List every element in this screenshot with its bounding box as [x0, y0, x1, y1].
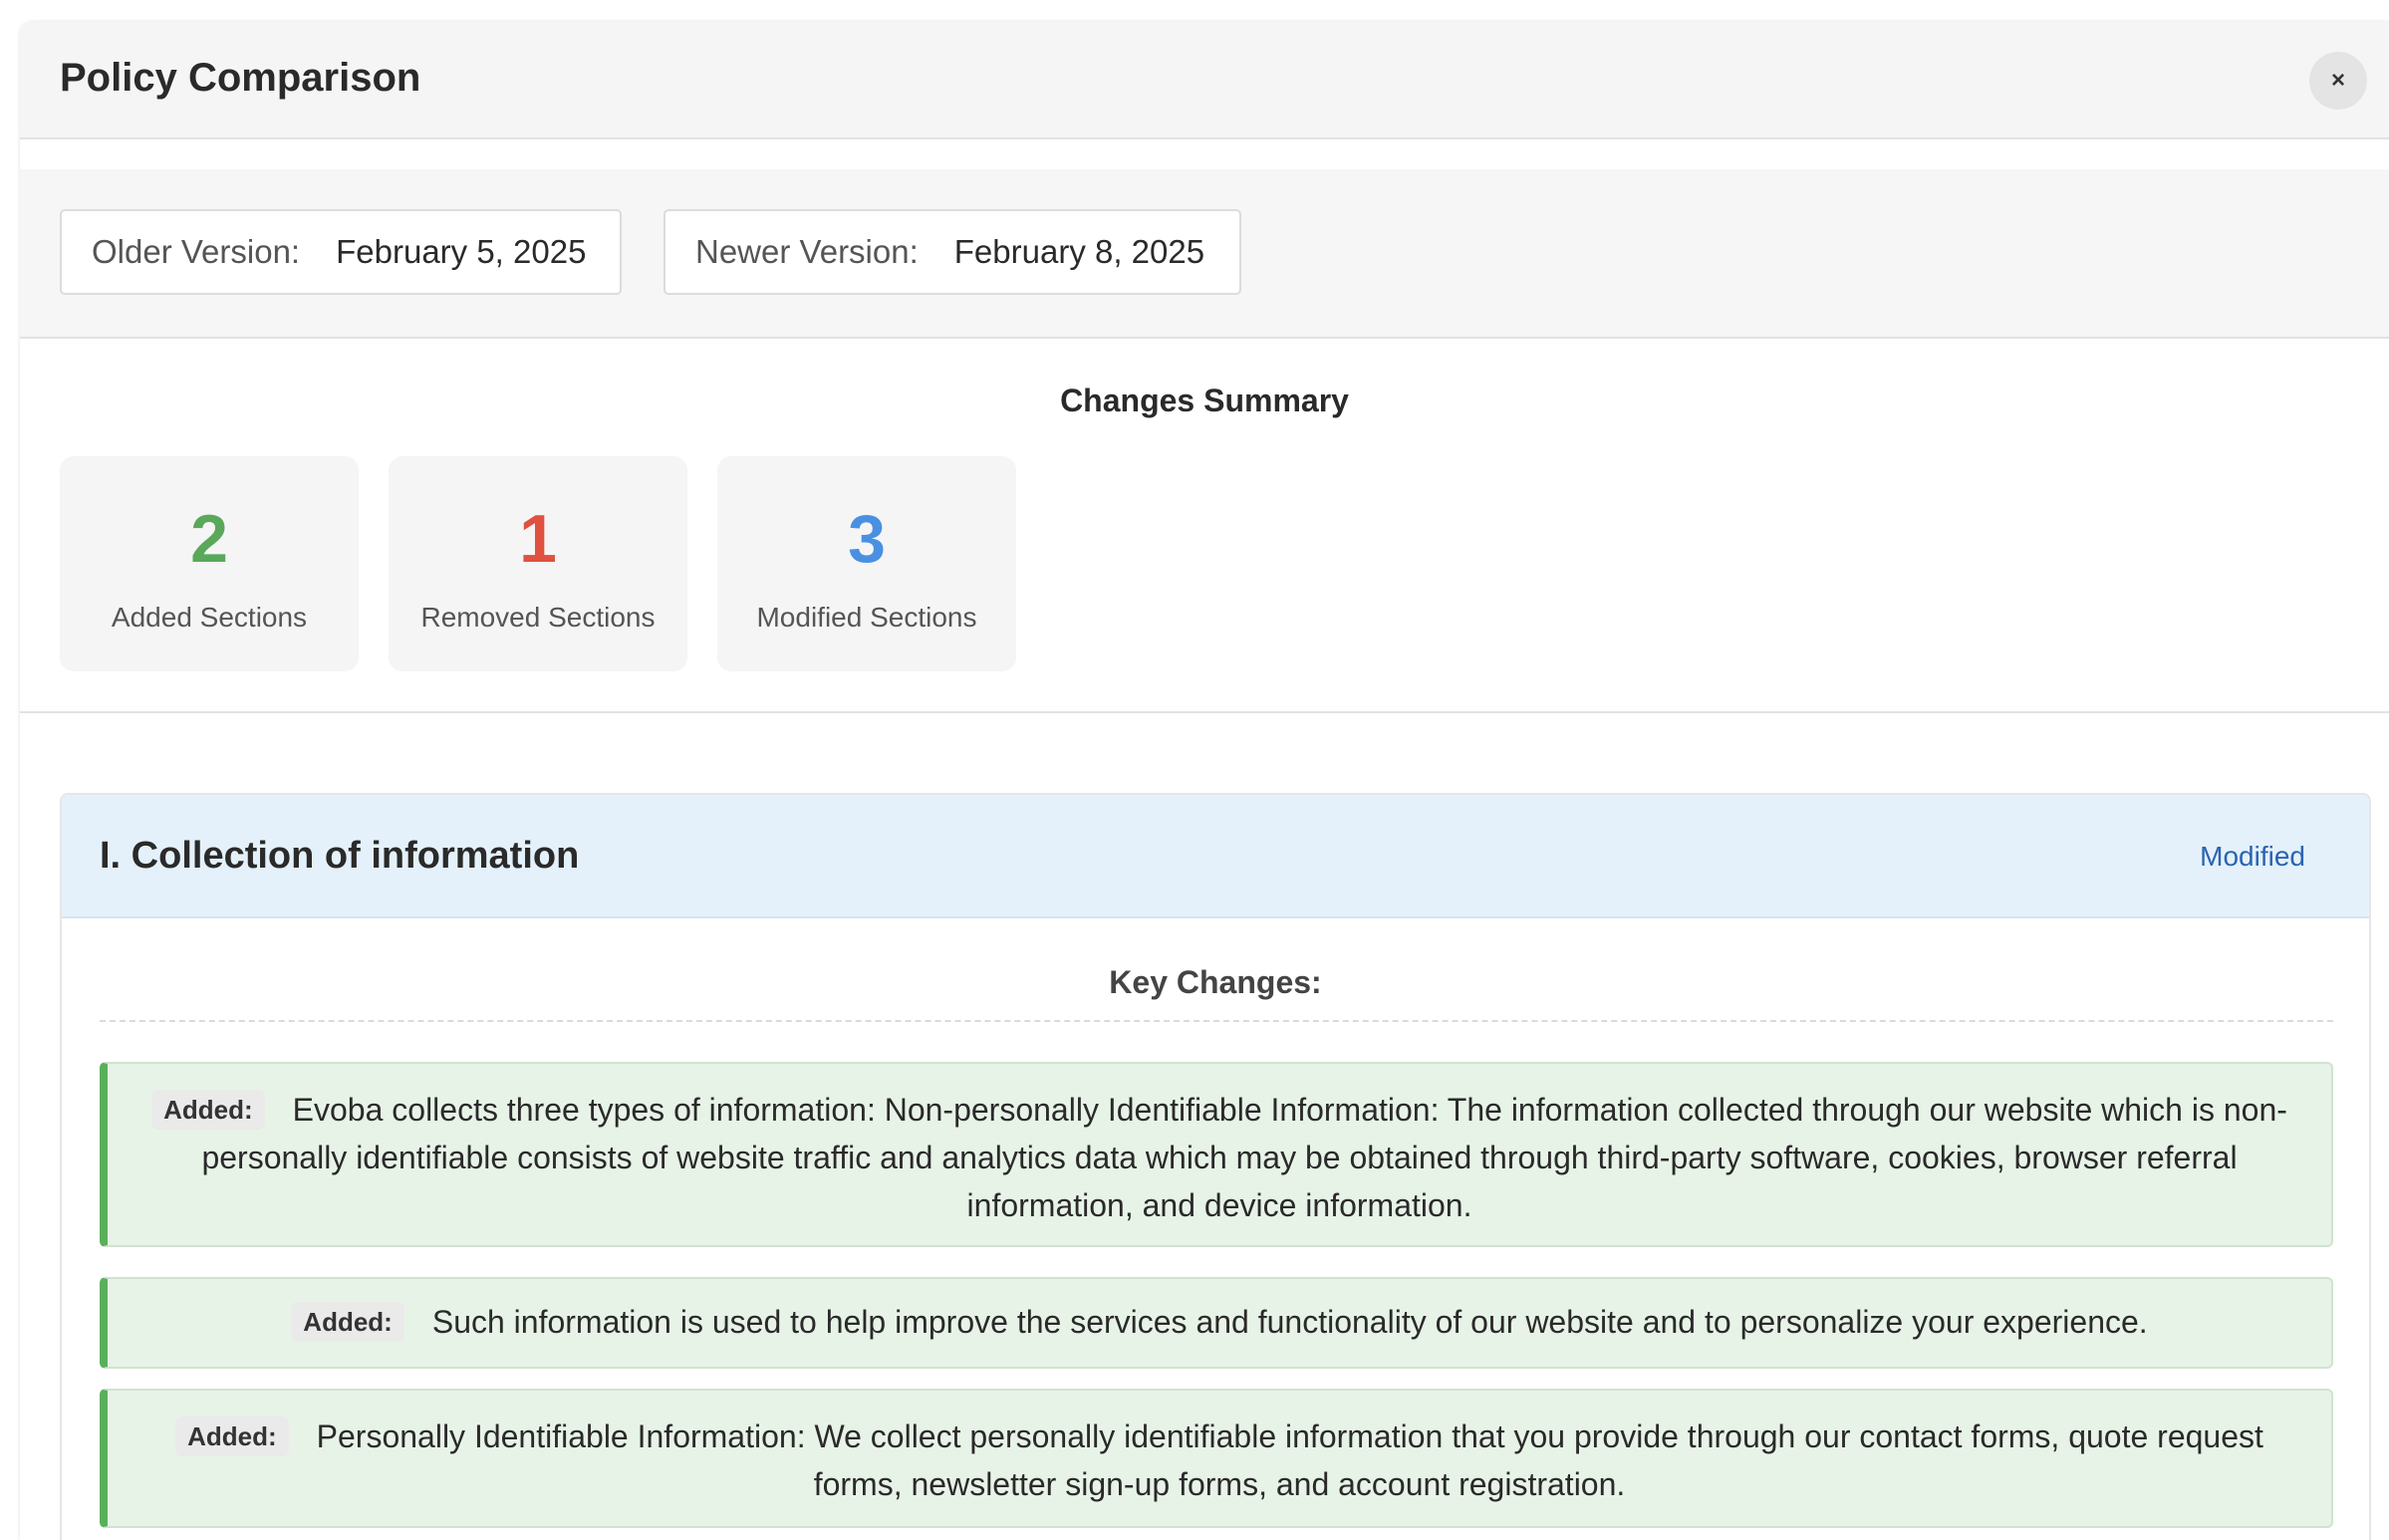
section-title: I. Collection of information — [100, 835, 580, 877]
stat-card-removed: 1 Removed Sections — [389, 456, 687, 671]
close-button[interactable]: × — [2309, 52, 2367, 110]
stat-card-modified: 3 Modified Sections — [717, 456, 1016, 671]
modified-count: 3 — [848, 501, 886, 577]
newer-version-box: Newer Version: February 8, 2025 — [664, 209, 1241, 295]
version-bar: Older Version: February 5, 2025 Newer Ve… — [20, 169, 2389, 339]
policy-comparison-modal: Policy Comparison × Older Version: Febru… — [20, 22, 2389, 1540]
added-badge: Added: — [151, 1090, 265, 1130]
older-version-date: February 5, 2025 — [336, 233, 587, 270]
change-text: Personally Identifiable Information: We … — [316, 1418, 2263, 1502]
older-version-label: Older Version: — [92, 233, 301, 270]
change-item: Added: Such information is used to help i… — [100, 1277, 2333, 1369]
summary-divider — [20, 711, 2389, 713]
section-collection-of-information: I. Collection of information Modified Ke… — [60, 793, 2371, 1540]
section-header[interactable]: I. Collection of information Modified — [62, 795, 2369, 918]
modal-title: Policy Comparison — [60, 56, 421, 100]
older-version-box: Older Version: February 5, 2025 — [60, 209, 622, 295]
changes-summary-title: Changes Summary — [1060, 383, 1349, 418]
key-changes-title: Key Changes: — [1109, 964, 1322, 1000]
stat-card-added: 2 Added Sections — [60, 456, 359, 671]
change-text: Such information is used to help improve… — [431, 1304, 2148, 1340]
added-count: 2 — [190, 501, 228, 577]
newer-version-date: February 8, 2025 — [953, 233, 1205, 270]
added-badge: Added: — [291, 1302, 404, 1342]
change-item: Added: Evoba collects three types of info… — [100, 1062, 2333, 1247]
removed-label: Removed Sections — [420, 602, 656, 633]
change-item: Added: Personally Identifiable Informatio… — [100, 1389, 2333, 1528]
removed-count: 1 — [519, 501, 557, 577]
key-changes-divider — [100, 1020, 2333, 1022]
section-status-badge: Modified — [2200, 841, 2305, 872]
modal-header: Policy Comparison × — [20, 22, 2389, 139]
newer-version-label: Newer Version: — [695, 233, 919, 270]
added-badge: Added: — [175, 1416, 289, 1456]
change-text: Evoba collects three types of informatio… — [201, 1092, 2287, 1223]
modified-label: Modified Sections — [756, 602, 977, 633]
added-label: Added Sections — [111, 602, 308, 633]
